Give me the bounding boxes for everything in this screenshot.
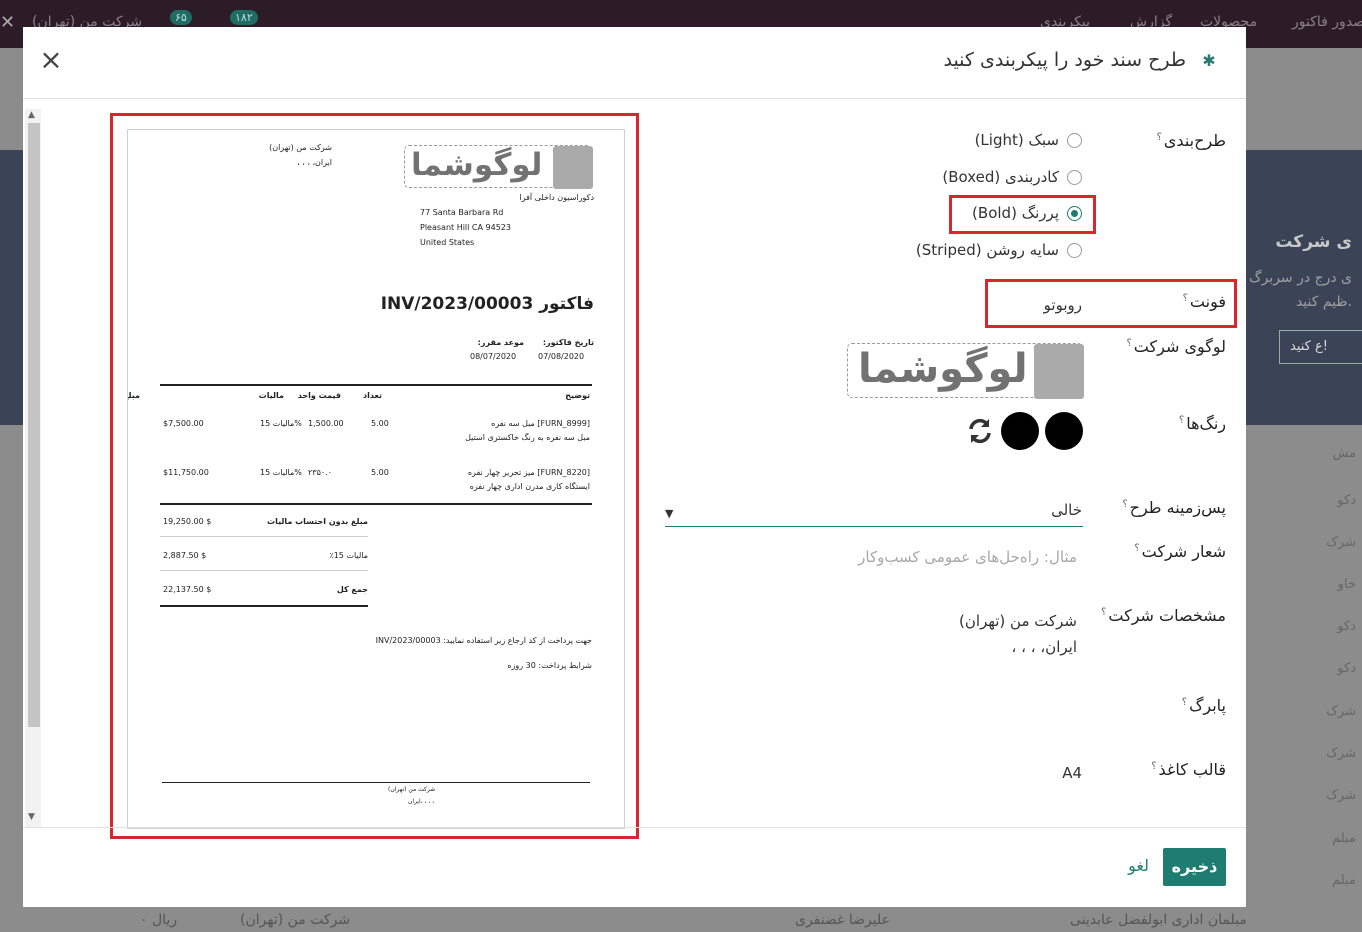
onboarding-subtitle: ی درج در سربرگ و ظیم کنید. bbox=[1237, 270, 1352, 310]
layout-option-boxed[interactable]: کادربندی (Boxed) bbox=[942, 168, 1082, 192]
messages-badge[interactable]: ۱۸۲ bbox=[230, 10, 258, 25]
preview-scrollbar[interactable]: ▲ ▼ bbox=[25, 109, 41, 827]
list-item[interactable]: خاو bbox=[1242, 577, 1362, 592]
company-details-line1[interactable]: شرکت من (تهران) bbox=[959, 612, 1077, 630]
list-item[interactable]: شرک bbox=[1242, 788, 1362, 803]
save-button[interactable]: ذخیره bbox=[1163, 848, 1226, 886]
document-layout-dialog: ✱ طرح سند خود را پیکربندی کنید × طرح‌بند… bbox=[23, 27, 1246, 907]
tagline-input[interactable]: مثال: راه‌حل‌های عمومی کسب‌وکار bbox=[858, 548, 1077, 566]
layout-option-striped[interactable]: سایه روشن (Striped) bbox=[916, 241, 1082, 265]
layout-background-underline bbox=[665, 526, 1083, 527]
nav-invoicing[interactable]: صدور فاکتور bbox=[1292, 14, 1362, 30]
radio-light[interactable] bbox=[1067, 133, 1082, 148]
company-details-label: مشخصات شرکت؟ bbox=[1101, 606, 1226, 625]
radio-boxed[interactable] bbox=[1067, 170, 1082, 185]
list-item[interactable]: شرک bbox=[1242, 746, 1362, 761]
list-item[interactable]: مبلم bbox=[1242, 831, 1362, 846]
secondary-color-swatch[interactable] bbox=[1001, 412, 1039, 450]
tagline-label: شعار شرکت؟ bbox=[1134, 542, 1226, 561]
highlight-preview bbox=[110, 113, 639, 839]
layout-background-select[interactable]: خالی bbox=[1051, 501, 1082, 519]
close-icon[interactable]: ✕ bbox=[0, 12, 15, 33]
row-company: شرکت من (تهران) bbox=[240, 912, 351, 928]
colors-label: رنگ‌ها؟ bbox=[1178, 414, 1226, 433]
footer-label: پابرگ؟ bbox=[1181, 696, 1226, 715]
layout-background-label: پس‌زمینه طرح؟ bbox=[1122, 498, 1226, 517]
radio-striped[interactable] bbox=[1067, 243, 1082, 258]
layout-option-light[interactable]: سبک (Light) bbox=[975, 131, 1082, 155]
onboarding-button[interactable]: ع کنید! bbox=[1279, 330, 1362, 364]
primary-color-swatch[interactable] bbox=[1045, 412, 1083, 450]
row-salesperson: علیرضا غضنفری bbox=[795, 912, 890, 928]
company-details-line2[interactable]: ایران، ، ، ، bbox=[1012, 638, 1077, 656]
reset-colors-icon[interactable] bbox=[965, 416, 995, 446]
list-item[interactable]: دکو bbox=[1242, 493, 1362, 508]
layout-label: طرح‌بندی؟ bbox=[1156, 131, 1226, 150]
list-header: مش bbox=[1332, 446, 1356, 461]
row-amount: ریال ۰ bbox=[140, 912, 178, 928]
row-partner[interactable]: مبلمان اداری ابولفضل عابدینی bbox=[1070, 912, 1247, 928]
logo-label: لوگوی شرکت؟ bbox=[1126, 337, 1226, 356]
company-logo[interactable]: لوگوشما bbox=[847, 343, 1084, 399]
paper-format-select[interactable]: A4 bbox=[1062, 764, 1082, 782]
list-item[interactable]: مبلم bbox=[1242, 873, 1362, 888]
list-item[interactable]: شرک bbox=[1242, 535, 1362, 550]
dialog-title: طرح سند خود را پیکربندی کنید bbox=[943, 49, 1186, 71]
scroll-up-icon[interactable]: ▲ bbox=[28, 110, 35, 120]
scroll-down-icon[interactable]: ▼ bbox=[28, 812, 35, 822]
dialog-footer: ذخیره لغو bbox=[23, 827, 1246, 907]
highlight-bold-option bbox=[949, 195, 1096, 234]
list-item[interactable]: دکو bbox=[1242, 619, 1362, 634]
list-item[interactable]: شرک bbox=[1242, 704, 1362, 719]
list-item[interactable]: دکو bbox=[1242, 661, 1362, 676]
activity-badge[interactable]: ۶۵ bbox=[170, 10, 192, 25]
dialog-header: ✱ طرح سند خود را پیکربندی کنید × bbox=[23, 27, 1246, 99]
discard-button[interactable]: لغو bbox=[1128, 856, 1149, 875]
onboarding-title: ی شرکت bbox=[1275, 232, 1352, 252]
close-dialog-button[interactable]: × bbox=[37, 46, 65, 75]
highlight-font-field bbox=[985, 279, 1237, 328]
scroll-thumb[interactable] bbox=[28, 123, 40, 727]
chevron-down-icon[interactable]: ▼ bbox=[665, 507, 673, 520]
bug-icon[interactable]: ✱ bbox=[1200, 51, 1218, 70]
paper-format-label: قالب کاغذ؟ bbox=[1151, 760, 1226, 779]
